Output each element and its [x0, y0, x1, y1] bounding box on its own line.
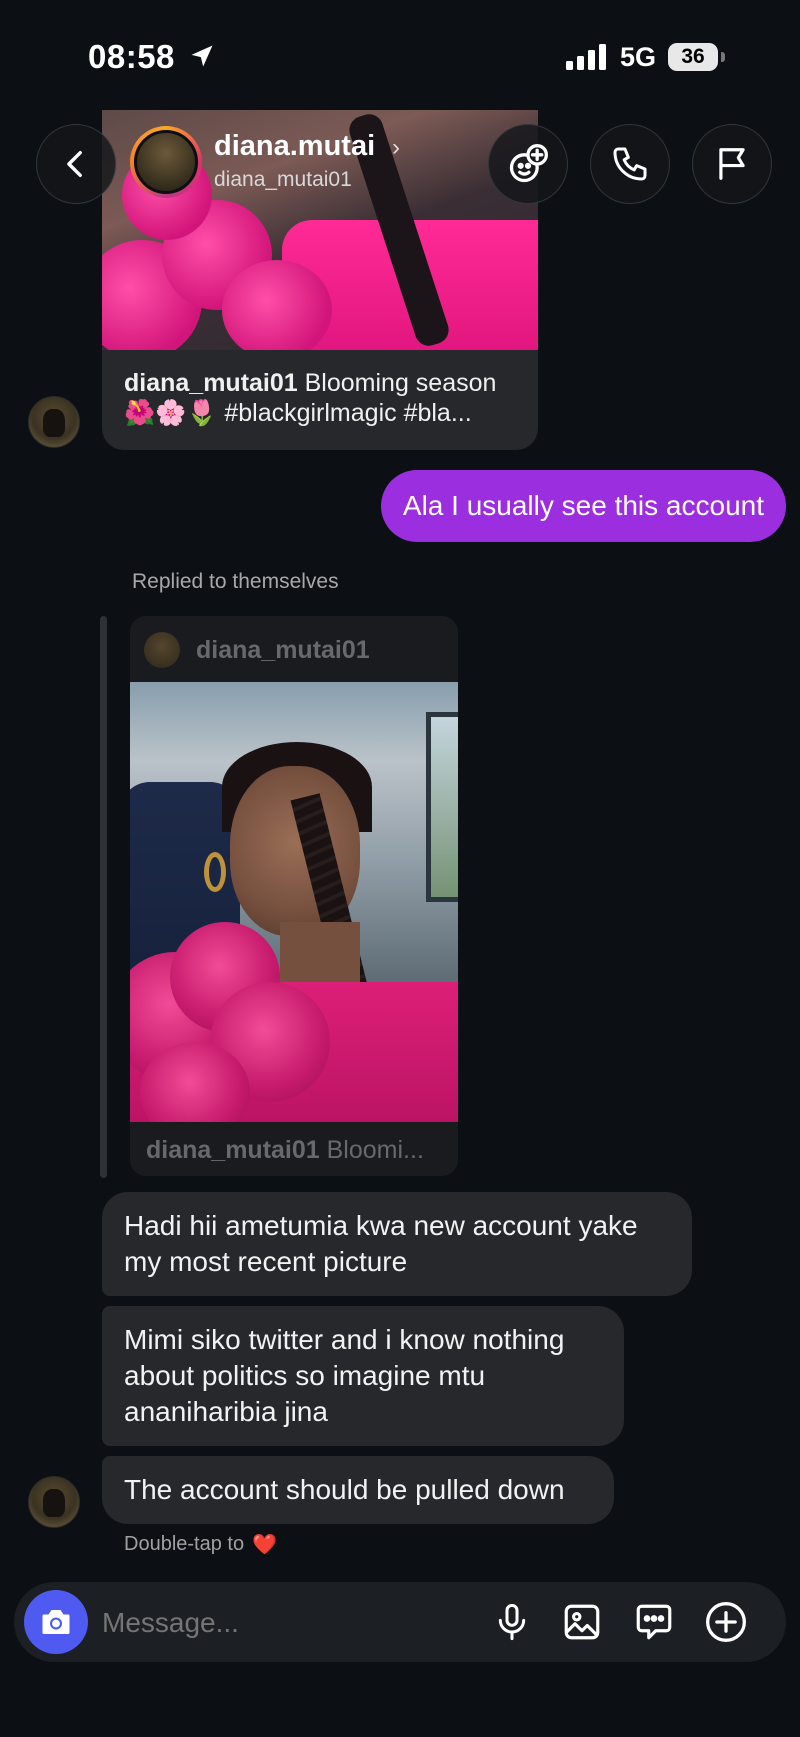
- shared-post-caption-line2: 🌺🌸🌷 #blackgirlmagic #bla...: [124, 399, 472, 427]
- audio-call-button[interactable]: [590, 124, 670, 204]
- network-type: 5G: [620, 42, 657, 72]
- reply-indicator-bar: [100, 616, 107, 1178]
- quoted-post-photo[interactable]: [130, 682, 458, 1122]
- mic-icon: [498, 1603, 526, 1641]
- report-button[interactable]: [692, 124, 772, 204]
- profile-display-name[interactable]: diana.mutai: [214, 130, 375, 163]
- status-time: 08:58: [88, 38, 175, 75]
- add-people-button[interactable]: [488, 124, 568, 204]
- quoted-post-username: diana_mutai01: [196, 635, 370, 664]
- message-input[interactable]: [102, 1604, 402, 1642]
- heart-icon: ❤️: [252, 1534, 277, 1556]
- sticker-button[interactable]: [628, 1596, 680, 1648]
- double-tap-hint: Double-tap to ❤️: [124, 1532, 277, 1557]
- double-tap-text: Double-tap to: [124, 1533, 245, 1555]
- camera-button[interactable]: [24, 1590, 88, 1654]
- chevron-right-icon[interactable]: ›: [392, 134, 400, 162]
- battery-tip: [721, 52, 725, 62]
- flag-icon: [719, 148, 745, 180]
- gallery-button[interactable]: [556, 1596, 608, 1648]
- add-friends-icon: [509, 144, 548, 183]
- shared-post-caption: diana_mutai01 Blooming season 🌺🌸🌷 #black…: [124, 368, 524, 428]
- back-button[interactable]: [36, 124, 116, 204]
- more-options-button[interactable]: [700, 1596, 752, 1648]
- status-bar: 08:58 5G 36: [0, 0, 800, 110]
- signal-icon: [566, 44, 606, 70]
- shared-post-user: diana_mutai01: [124, 369, 298, 397]
- image-icon: [564, 1604, 600, 1640]
- shared-post-caption-line1: Blooming season: [297, 369, 497, 397]
- profile-username[interactable]: diana_mutai01: [214, 168, 352, 192]
- voice-message-button[interactable]: [486, 1596, 538, 1648]
- outgoing-message[interactable]: Ala I usually see this account: [380, 470, 786, 542]
- location-arrow-icon: [191, 45, 213, 67]
- plus-icon: [706, 1602, 746, 1642]
- chat-header: diana.mutai › diana_mutai01: [0, 122, 800, 206]
- back-icon: [67, 150, 82, 178]
- incoming-message[interactable]: Mimi siko twitter and i know nothing abo…: [102, 1306, 624, 1446]
- message-composer: [14, 1582, 786, 1662]
- phone-icon: [613, 147, 647, 181]
- quoted-post-caption: diana_mutai01 Bloomi...: [146, 1136, 424, 1165]
- sender-avatar[interactable]: [28, 1476, 80, 1528]
- quoted-caption-text: Bloomi...: [319, 1136, 424, 1164]
- sender-avatar[interactable]: [28, 396, 80, 448]
- quoted-caption-user: diana_mutai01: [146, 1136, 320, 1164]
- quoted-post-avatar: [144, 632, 180, 668]
- camera-icon: [42, 1610, 70, 1634]
- profile-avatar[interactable]: [130, 126, 202, 198]
- incoming-message[interactable]: The account should be pulled down: [102, 1456, 614, 1524]
- sticker-icon: [636, 1604, 672, 1640]
- quoted-post-card[interactable]: diana_mutai01 diana_mutai01 Bloomi...: [130, 616, 458, 1176]
- incoming-message[interactable]: Hadi hii ametumia kwa new account yake m…: [102, 1192, 692, 1296]
- battery-level: 36: [668, 43, 718, 71]
- reply-note: Replied to themselves: [132, 570, 339, 593]
